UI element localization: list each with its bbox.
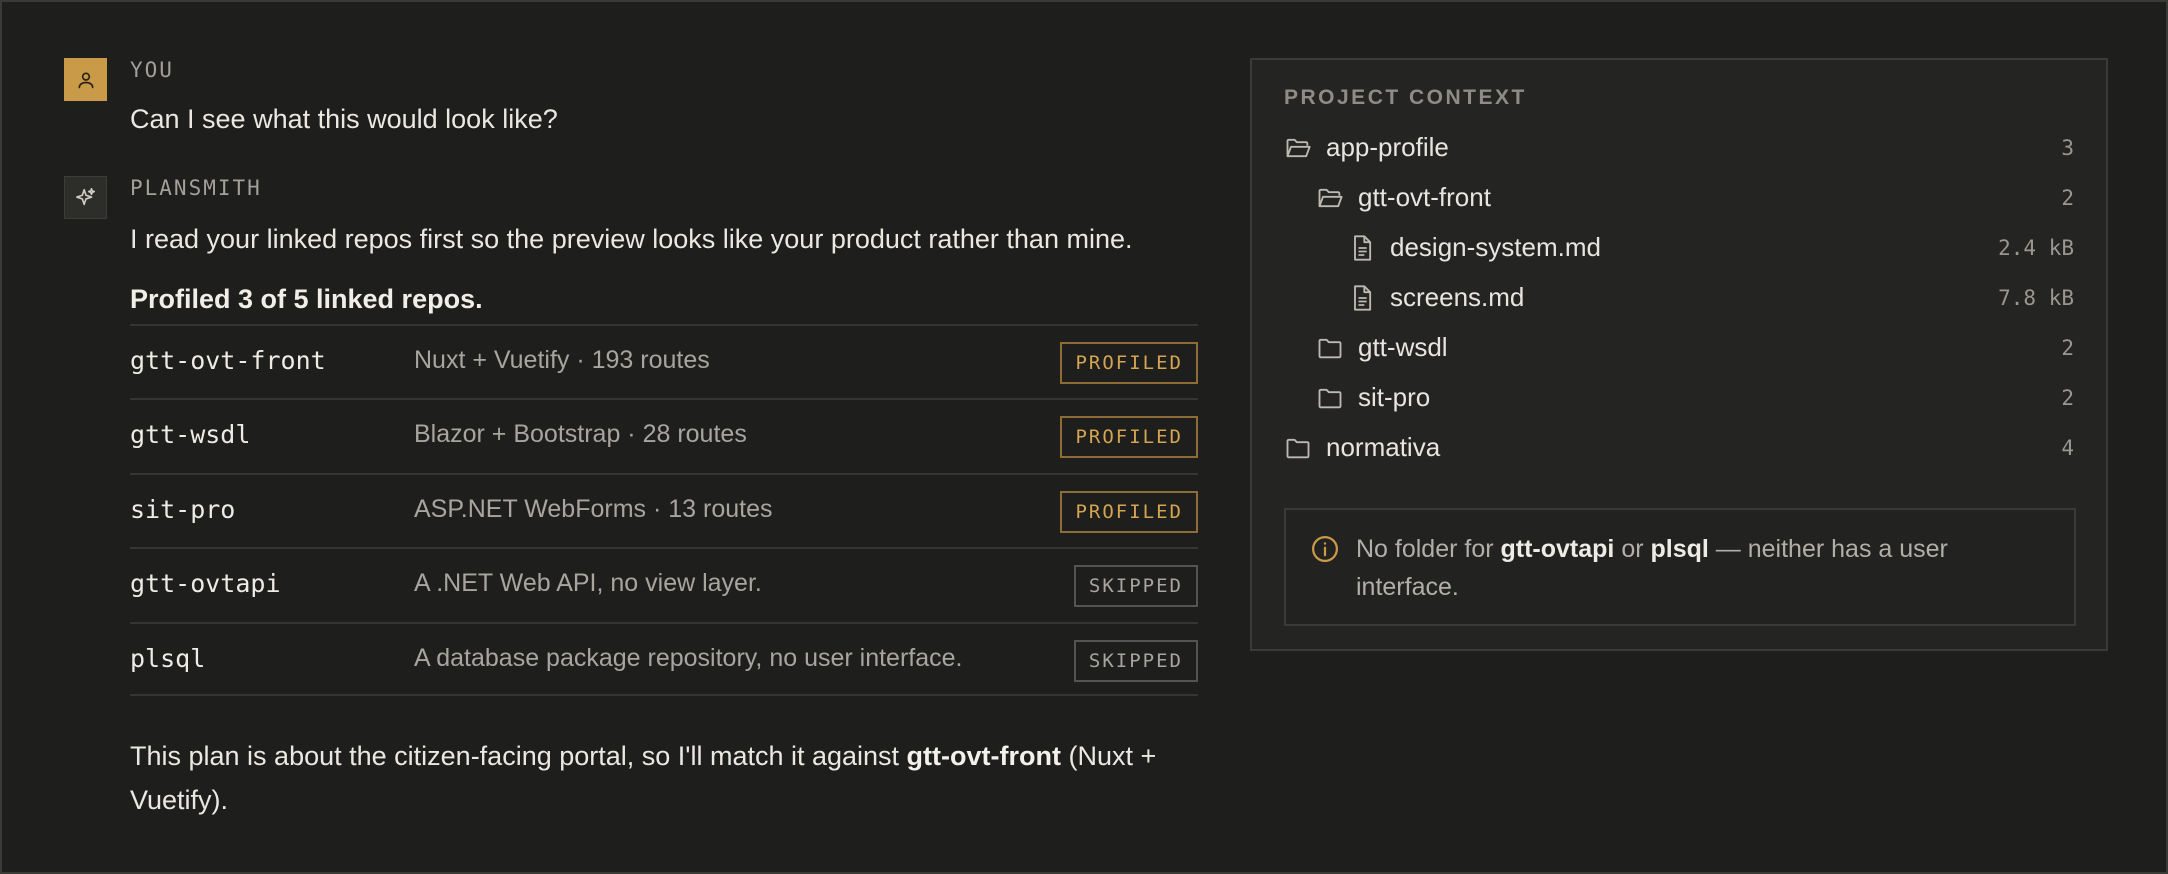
repo-description: Nuxt + Vuetify · 193 routes [414, 346, 710, 374]
tree-item-count: 2 [2061, 336, 2074, 360]
tree-item-count: 2 [2061, 386, 2074, 410]
repo-description: Blazor + Bootstrap · 28 routes [414, 420, 747, 449]
status-badge: PROFILED [1060, 490, 1198, 533]
tree-item-normativa[interactable]: normativa 4 [1284, 428, 2074, 468]
repo-row: gtt-ovt-front Nuxt + Vuetify · 193 route… [130, 324, 1198, 398]
user-avatar [64, 58, 107, 101]
tree-item-app-profile[interactable]: app-profile 3 [1284, 128, 2074, 168]
tree-item-count: 3 [2061, 136, 2074, 160]
closing-text: This plan is about the citizen-facing po… [130, 734, 1198, 822]
tree-item-label: gtt-ovt-front [1358, 182, 1491, 212]
file-size: 7.8 kB [1998, 286, 2074, 310]
message-author: PLANSMITH [130, 176, 262, 200]
repo-row: plsql A database package repository, no … [130, 621, 1198, 696]
repo-name: plsql [130, 643, 206, 673]
notice-repo-name: plsql [1650, 535, 1709, 563]
notice-text-part: No folder for [1356, 535, 1501, 563]
notice-text-part: or [1614, 535, 1651, 563]
folder-open-icon [1286, 138, 1311, 158]
tree-item-screens-md[interactable]: screens.md 7.8 kB [1284, 278, 2074, 318]
message-author: YOU [130, 58, 174, 82]
notice-text: No folder for gtt-ovtapi or plsql — neit… [1356, 530, 2046, 606]
folder-icon [1318, 338, 1342, 359]
tree-item-count: 2 [2061, 186, 2074, 210]
closing-repo-highlight: gtt-ovt-front [906, 741, 1061, 771]
repo-name: sit-pro [130, 494, 236, 524]
tree-item-design-system-md[interactable]: design-system.md 2.4 kB [1284, 228, 2074, 268]
repo-description: A database package repository, no user i… [414, 643, 963, 672]
status-badge: PROFILED [1060, 342, 1198, 384]
notice-repo-name: gtt-ovtapi [1500, 535, 1615, 563]
repo-summary: Profiled 3 of 5 linked repos. [130, 284, 483, 314]
info-notice: No folder for gtt-ovtapi or plsql — neit… [1284, 508, 2076, 626]
tree-item-label: sit-pro [1358, 382, 1431, 412]
tree-item-sit-pro[interactable]: sit-pro 2 [1284, 378, 2074, 418]
tree-item-label: app-profile [1326, 132, 1449, 162]
project-context-panel: PROJECT CONTEXT app-profile 3 gtt-ovt-fr… [1250, 58, 2108, 651]
user-icon [78, 72, 93, 88]
file-size: 2.4 kB [1998, 236, 2074, 260]
repo-row: gtt-ovtapi A .NET Web API, no view layer… [130, 547, 1198, 621]
file-icon [1354, 235, 1372, 261]
folder-icon [1286, 438, 1310, 459]
status-badge: SKIPPED [1073, 565, 1198, 608]
repo-row: gtt-wsdl Blazor + Bootstrap · 28 routes … [130, 398, 1198, 472]
folder-open-icon [1318, 188, 1343, 208]
repo-name: gtt-ovt-front [130, 346, 326, 375]
tree-item-label: normativa [1326, 432, 1441, 462]
message-text: Can I see what this would look like? [130, 104, 558, 134]
tree-item-count: 4 [2061, 436, 2074, 460]
sparkle-icon [75, 187, 95, 205]
tree-item-gtt-wsdl[interactable]: gtt-wsdl 2 [1284, 328, 2074, 368]
repo-table: gtt-ovt-front Nuxt + Vuetify · 193 route… [130, 324, 1198, 696]
info-icon [1312, 536, 1338, 562]
closing-text-part: This plan is about the citizen-facing po… [130, 741, 907, 771]
repo-name: gtt-ovtapi [130, 569, 281, 599]
tree-item-label: screens.md [1390, 282, 1525, 312]
tree-item-label: gtt-wsdl [1358, 332, 1448, 362]
repo-description: A .NET Web API, no view layer. [414, 569, 762, 598]
app-frame: YOU Can I see what this would look like?… [0, 0, 2168, 874]
folder-icon [1318, 388, 1342, 409]
message-text: I read your linked repos first so the pr… [130, 224, 1133, 254]
repo-row: sit-pro ASP.NET WebForms · 13 routes PRO… [130, 472, 1198, 547]
assistant-avatar [64, 176, 107, 219]
status-badge: SKIPPED [1073, 639, 1198, 682]
tree-item-label: design-system.md [1390, 232, 1601, 262]
tree-item-gtt-ovt-front[interactable]: gtt-ovt-front 2 [1284, 178, 2074, 218]
panel-title: PROJECT CONTEXT [1284, 86, 1527, 109]
file-icon [1354, 285, 1372, 311]
repo-description: ASP.NET WebForms · 13 routes [414, 494, 773, 523]
status-badge: PROFILED [1060, 416, 1198, 459]
repo-name: gtt-wsdl [130, 420, 251, 450]
